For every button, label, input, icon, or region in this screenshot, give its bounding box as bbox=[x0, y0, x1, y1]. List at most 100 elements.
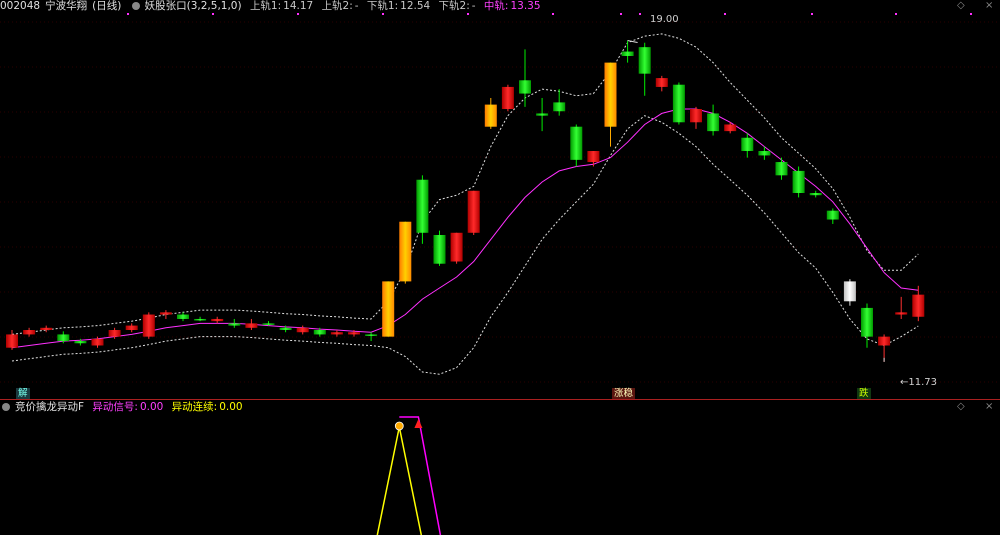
candle-body[interactable] bbox=[758, 151, 771, 156]
candle-body[interactable] bbox=[741, 137, 754, 152]
lower1-label: 下轨1: bbox=[366, 0, 399, 12]
candle-body[interactable] bbox=[6, 334, 18, 348]
candle-body[interactable] bbox=[604, 62, 617, 127]
candles bbox=[6, 40, 925, 362]
candle-body[interactable] bbox=[91, 338, 104, 346]
candle-body[interactable] bbox=[467, 190, 480, 233]
candle-body[interactable] bbox=[313, 330, 326, 335]
candle-body[interactable] bbox=[638, 47, 651, 74]
top-marker bbox=[127, 13, 129, 15]
upper1-label: 上轨1: bbox=[249, 0, 282, 12]
candle-body[interactable] bbox=[296, 327, 309, 333]
mid-label: 中轨: bbox=[483, 0, 509, 12]
upper2-label: 上轨2: bbox=[321, 0, 353, 12]
upper-band-line bbox=[11, 33, 919, 335]
candle-body[interactable] bbox=[365, 334, 378, 336]
candle-body[interactable] bbox=[861, 307, 873, 337]
indicator-settings-icon[interactable] bbox=[131, 2, 140, 10]
candle-body[interactable] bbox=[125, 325, 138, 331]
candle-body[interactable] bbox=[194, 318, 207, 321]
lower2-label: 下轨2: bbox=[438, 0, 470, 12]
candle-body[interactable] bbox=[775, 162, 788, 176]
top-marker bbox=[811, 13, 813, 15]
kline-chart[interactable] bbox=[0, 0, 1000, 400]
candle-body[interactable] bbox=[330, 332, 343, 335]
candle-body[interactable] bbox=[450, 232, 463, 262]
candle-body[interactable] bbox=[40, 327, 53, 331]
high-price-note: 19.00 bbox=[650, 14, 679, 25]
candle-body[interactable] bbox=[621, 51, 634, 56]
tag-zhang-b: 稳 bbox=[623, 388, 634, 399]
diamond-icon[interactable]: ◇ bbox=[957, 0, 965, 11]
close-icon[interactable]: × bbox=[985, 0, 993, 11]
candle-body[interactable] bbox=[690, 109, 702, 123]
top-marker bbox=[970, 13, 972, 15]
upper2-value: - bbox=[354, 0, 359, 12]
candle-body[interactable] bbox=[655, 78, 668, 87]
candle-body[interactable] bbox=[382, 281, 395, 337]
candle-body[interactable] bbox=[587, 151, 600, 163]
mid-value: 13.35 bbox=[510, 0, 541, 12]
candle-body[interactable] bbox=[433, 234, 446, 264]
candle-body[interactable] bbox=[895, 312, 908, 315]
top-marker bbox=[620, 13, 622, 15]
candle-body[interactable] bbox=[348, 332, 360, 335]
candle-body[interactable] bbox=[809, 193, 822, 196]
top-marker bbox=[297, 13, 299, 15]
tag-jie: 解 bbox=[16, 388, 30, 399]
candle-body[interactable] bbox=[724, 124, 737, 132]
candle-body[interactable] bbox=[843, 281, 856, 302]
candle-body[interactable] bbox=[108, 330, 121, 337]
candle-body[interactable] bbox=[211, 318, 224, 322]
candle-body[interactable] bbox=[228, 323, 241, 326]
top-marker bbox=[895, 13, 897, 15]
signal-bell-icon bbox=[394, 421, 404, 431]
candle-body[interactable] bbox=[177, 314, 189, 319]
upper1-value: 14.17 bbox=[283, 0, 314, 12]
top-marker bbox=[467, 13, 469, 15]
signal-yellow-line bbox=[376, 426, 423, 535]
top-marker bbox=[212, 13, 214, 15]
top-markers bbox=[127, 13, 972, 15]
signal-magenta-line bbox=[399, 416, 442, 535]
top-marker bbox=[724, 13, 726, 15]
candle-body[interactable] bbox=[142, 314, 155, 337]
candle-body[interactable] bbox=[416, 179, 429, 233]
candle-body[interactable] bbox=[570, 126, 583, 160]
candle-body[interactable] bbox=[912, 294, 925, 317]
candle-body[interactable] bbox=[519, 80, 531, 94]
candle-body[interactable] bbox=[501, 86, 514, 110]
candle-body[interactable] bbox=[792, 170, 805, 193]
candle-body[interactable] bbox=[279, 327, 292, 331]
candle-body[interactable] bbox=[707, 113, 720, 132]
lower1-value: 12.54 bbox=[400, 0, 431, 12]
lower2-value: - bbox=[471, 0, 476, 12]
candle-body[interactable] bbox=[536, 113, 549, 116]
signal-arrow-icon bbox=[414, 419, 423, 428]
candle-body[interactable] bbox=[245, 323, 258, 328]
tag-zhang: 涨稳 bbox=[612, 388, 636, 399]
high-marker-line bbox=[627, 40, 638, 44]
candle-body[interactable] bbox=[23, 330, 36, 335]
period-label: (日线) bbox=[92, 0, 122, 12]
candle-body[interactable] bbox=[57, 334, 70, 342]
low-price-note: ←11.73 bbox=[900, 377, 938, 388]
tag-die: 跌 bbox=[857, 388, 871, 399]
candle-body[interactable] bbox=[484, 104, 497, 127]
indicator-name[interactable]: 妖股张口(3,2,5,1,0) bbox=[145, 0, 242, 12]
stock-code: 002048 bbox=[0, 0, 41, 12]
top-marker bbox=[552, 13, 554, 15]
candle-body[interactable] bbox=[262, 323, 275, 325]
candle-body[interactable] bbox=[878, 336, 891, 346]
stock-name: 宁波华翔 bbox=[45, 0, 88, 12]
candle-body[interactable] bbox=[74, 341, 87, 344]
candle-body[interactable] bbox=[399, 221, 412, 282]
candle-body[interactable] bbox=[159, 312, 172, 315]
signal-chart[interactable] bbox=[0, 400, 1000, 535]
candle-body[interactable] bbox=[672, 84, 685, 123]
mid-band-line bbox=[11, 108, 919, 349]
top-marker bbox=[382, 13, 384, 15]
candle-body[interactable] bbox=[826, 210, 839, 220]
tag-zhang-a: 涨 bbox=[614, 388, 624, 399]
candle-body[interactable] bbox=[553, 102, 566, 112]
